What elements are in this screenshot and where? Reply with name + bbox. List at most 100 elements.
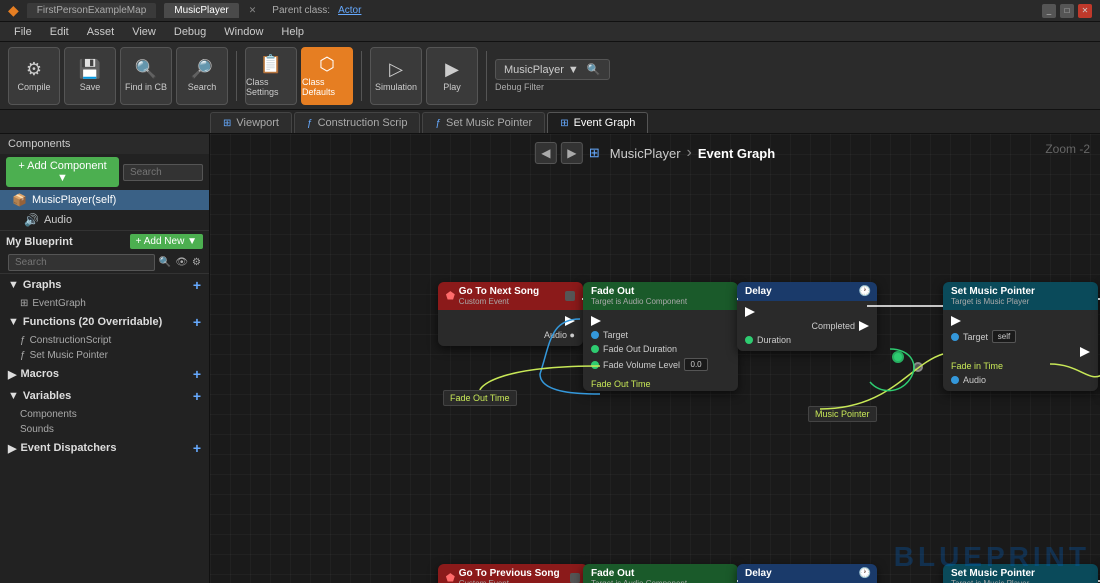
- add-new-button[interactable]: + Add New ▼: [130, 234, 203, 249]
- tab-close[interactable]: ✕: [249, 5, 257, 16]
- class-settings-icon: 📋: [260, 54, 282, 75]
- sidebar-sounds[interactable]: Sounds: [0, 422, 209, 437]
- set-music-2-subtitle: Target is Music Player: [951, 579, 1035, 583]
- sidebar-event-graph[interactable]: ⊞ EventGraph: [0, 296, 209, 311]
- breadcrumb-root: MusicPlayer: [610, 146, 681, 161]
- nav-back[interactable]: ◀: [535, 142, 557, 164]
- menu-help[interactable]: Help: [273, 24, 312, 40]
- compile-icon: ⚙: [26, 59, 42, 80]
- construction-icon: ƒ: [307, 118, 313, 129]
- graphs-add-icon[interactable]: +: [193, 277, 201, 293]
- component-search-input[interactable]: [123, 164, 203, 181]
- go-to-prev-title: Go To Previous Song: [459, 568, 560, 579]
- fo1-exec-in: [583, 314, 738, 328]
- save-button[interactable]: 💾 Save: [64, 47, 116, 105]
- add-component-button[interactable]: + Add Component ▼: [6, 157, 119, 187]
- class-defaults-button[interactable]: ⬡ Class Defaults: [301, 47, 353, 105]
- d1-exec-in: [737, 305, 877, 319]
- menu-edit[interactable]: Edit: [42, 24, 77, 40]
- d1-completed-label: Completed: [811, 321, 855, 331]
- variables-add-icon[interactable]: +: [193, 388, 201, 404]
- musicplayer-dropdown-label: MusicPlayer: [504, 64, 564, 76]
- menu-view[interactable]: View: [124, 24, 164, 40]
- menu-debug[interactable]: Debug: [166, 24, 214, 40]
- actor-link[interactable]: Actor: [338, 5, 361, 16]
- d1-dur-label: Duration: [757, 335, 791, 345]
- components-section: Components + Add Component ▼ 📦 MusicPlay…: [0, 134, 209, 231]
- sidebar-construction-script[interactable]: ƒ ConstructionScript: [0, 333, 209, 348]
- tab-musicplayer[interactable]: MusicPlayer: [164, 3, 238, 18]
- play-button[interactable]: ▶ Play: [426, 47, 478, 105]
- graphs-category[interactable]: ▼ Graphs +: [0, 274, 209, 296]
- search-label: Search: [188, 82, 217, 92]
- bp-search-input[interactable]: [8, 254, 155, 271]
- sm1-fade-time-label: Fade in Time: [951, 361, 1003, 371]
- set-music-1-header: Set Music Pointer Target is Music Player: [943, 282, 1098, 310]
- search-button[interactable]: 🔎 Search: [176, 47, 228, 105]
- d1-duration: Duration: [737, 333, 877, 347]
- event-dispatchers-add-icon[interactable]: +: [193, 440, 201, 456]
- tab-viewport[interactable]: ⊞ Viewport: [210, 112, 292, 133]
- eye-icon: 👁: [175, 257, 188, 268]
- fade-out-1-node[interactable]: Fade Out Target is Audio Component Targe…: [583, 282, 738, 391]
- maximize-btn[interactable]: □: [1060, 4, 1074, 18]
- my-blueprint-label: My Blueprint: [6, 236, 73, 248]
- menu-asset[interactable]: Asset: [79, 24, 123, 40]
- delay-1-header: Delay 🕐: [737, 282, 877, 301]
- variables-category[interactable]: ▼ Variables +: [0, 385, 209, 407]
- tab-set-music-pointer[interactable]: ƒ Set Music Pointer: [422, 112, 545, 133]
- variables-label: Variables: [23, 390, 71, 402]
- go-to-prev-song-node[interactable]: ⬟ Go To Previous Song Custom Event Audio…: [438, 564, 588, 583]
- set-music-2-node[interactable]: Set Music Pointer Target is Music Player…: [943, 564, 1098, 583]
- event-dispatchers-category[interactable]: ▶ Event Dispatchers +: [0, 437, 209, 459]
- tab-map[interactable]: FirstPersonExampleMap: [27, 3, 156, 18]
- graph-area[interactable]: ◀ ▶ ⊞ MusicPlayer › Event Graph Zoom -2 …: [210, 134, 1100, 583]
- simulation-button[interactable]: ▷ Simulation: [370, 47, 422, 105]
- sidebar-set-music-pointer[interactable]: ƒ Set Music Pointer: [0, 348, 209, 363]
- functions-category[interactable]: ▼ Functions (20 Overridable) +: [0, 311, 209, 333]
- breadcrumb-separator: ›: [687, 144, 692, 162]
- nav-forward[interactable]: ▶: [561, 142, 583, 164]
- sidebar-components-var[interactable]: Components: [0, 407, 209, 422]
- sounds-label: Sounds: [20, 424, 54, 435]
- save-icon: 💾: [79, 59, 101, 80]
- fo1-dur-dot: [591, 345, 599, 353]
- delay-2-node[interactable]: Delay 🕐 Completed Duration: [737, 564, 877, 583]
- sm1-target: Target self: [943, 328, 1098, 345]
- macros-add-icon[interactable]: +: [193, 366, 201, 382]
- functions-add-icon[interactable]: +: [193, 314, 201, 330]
- fo1-vol-dot: [591, 361, 599, 369]
- sidebar-item-audio[interactable]: 🔊 Audio: [0, 210, 209, 230]
- fade-out-1-header: Fade Out Target is Audio Component: [583, 282, 738, 310]
- musicplayer-dropdown[interactable]: MusicPlayer ▼ 🔍: [495, 59, 610, 80]
- main-area: Components + Add Component ▼ 📦 MusicPlay…: [0, 134, 1100, 583]
- fo1-fade-time: Fade Out Time: [591, 379, 651, 389]
- tab-event-graph[interactable]: ⊞ Event Graph: [547, 112, 648, 133]
- fade-out-2-node[interactable]: Fade Out Target is Audio Component Targe…: [583, 564, 738, 583]
- go-to-next-song-node[interactable]: ⬟ Go To Next Song Custom Event Audio ●: [438, 282, 583, 346]
- menu-file[interactable]: File: [6, 24, 40, 40]
- sm1-audio-dot: [951, 376, 959, 384]
- breadcrumb-bar: ◀ ▶ ⊞ MusicPlayer › Event Graph: [535, 142, 775, 164]
- set-music-1-node[interactable]: Set Music Pointer Target is Music Player…: [943, 282, 1098, 391]
- delay-1-node[interactable]: Delay 🕐 Completed Duration: [737, 282, 877, 351]
- menu-window[interactable]: Window: [216, 24, 271, 40]
- class-settings-button[interactable]: 📋 Class Settings: [245, 47, 297, 105]
- fo1-target-pin: Target: [583, 328, 738, 342]
- close-btn[interactable]: ✕: [1078, 4, 1092, 18]
- viewport-label: Viewport: [236, 117, 279, 129]
- fade-out-1-subtitle: Target is Audio Component: [591, 297, 687, 306]
- go-to-prev-header: ⬟ Go To Previous Song Custom Event: [438, 564, 588, 583]
- sm1-audio: Audio: [943, 373, 1098, 387]
- delay-1-body: Completed Duration: [737, 301, 877, 351]
- bp-search-row: 🔍 👁 ⚙: [0, 252, 209, 273]
- my-blueprint-section: My Blueprint + Add New ▼ 🔍 👁 ⚙: [0, 231, 209, 274]
- minimize-btn[interactable]: _: [1042, 4, 1056, 18]
- compile-button[interactable]: ⚙ Compile: [8, 47, 60, 105]
- find-in-cb-button[interactable]: 🔍 Find in CB: [120, 47, 172, 105]
- sidebar-item-musicplayer[interactable]: 📦 MusicPlayer(self): [0, 190, 209, 210]
- macros-category[interactable]: ▶ Macros +: [0, 363, 209, 385]
- components-header: Components: [0, 134, 209, 154]
- tab-construction-script[interactable]: ƒ Construction Scrip: [294, 112, 420, 133]
- fo1-fade-vol-pin: Fade Volume Level 0.0: [583, 356, 738, 373]
